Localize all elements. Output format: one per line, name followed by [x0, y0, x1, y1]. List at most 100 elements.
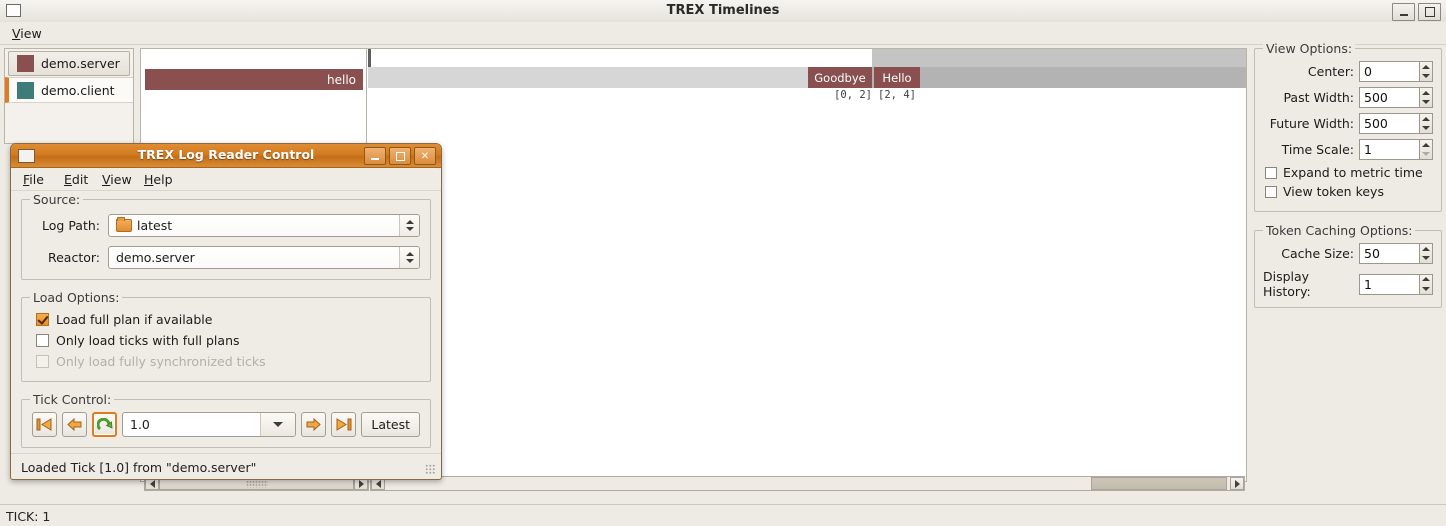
scroll-right-button[interactable]	[1230, 477, 1244, 490]
expand-metric-time-checkbox[interactable]	[1265, 166, 1277, 179]
chevron-up-icon	[405, 252, 414, 256]
window-title: TREX Timelines	[666, 3, 780, 18]
expand-metric-time-checkbox-row[interactable]: Expand to metric time	[1265, 165, 1433, 180]
tick-value-combo[interactable]: 1.0	[122, 412, 297, 437]
display-history-field-row: Display History:	[1263, 269, 1433, 299]
reactor-combo[interactable]: demo.server	[108, 246, 420, 269]
latest-button[interactable]: Latest	[361, 412, 420, 437]
stepper-down-button[interactable]	[1420, 284, 1432, 294]
past-width-input[interactable]	[1359, 87, 1419, 108]
menu-item-file[interactable]: File	[23, 172, 44, 187]
only-full-plans-checkbox[interactable]	[36, 334, 49, 347]
future-width-input[interactable]	[1359, 113, 1419, 134]
resize-grip[interactable]	[425, 464, 436, 475]
previous-tick-button[interactable]	[62, 412, 87, 437]
tick-value: 1.0	[130, 417, 150, 432]
menu-item-view[interactable]: View	[10, 26, 44, 41]
center-input[interactable]	[1359, 61, 1419, 82]
window-controls	[1392, 3, 1441, 21]
reactor-spinner[interactable]	[399, 247, 419, 268]
stepper-up-button[interactable]	[1420, 140, 1432, 150]
chevron-up-icon	[1422, 116, 1430, 121]
dialog-window-controls: ✕	[364, 147, 436, 165]
sidebar-item-demo-server[interactable]: demo.server	[8, 51, 130, 76]
tick-control-legend: Tick Control:	[30, 392, 115, 407]
chevron-down-icon	[405, 227, 414, 231]
timeline-canvas[interactable]: Goodbye Hello [0, 2] [2, 4]	[368, 49, 1246, 481]
log-path-spinner[interactable]	[399, 215, 419, 236]
only-full-plans-row[interactable]: Only load ticks with full plans	[36, 333, 420, 348]
chevron-up-icon	[1422, 142, 1430, 147]
stepper-up-button[interactable]	[1420, 62, 1432, 72]
last-tick-button[interactable]	[331, 412, 357, 437]
log-path-label: Log Path:	[42, 218, 100, 233]
first-tick-button[interactable]	[32, 412, 57, 437]
skip-forward-icon	[336, 418, 352, 431]
next-tick-button[interactable]	[301, 412, 327, 437]
reactor-label: Reactor:	[47, 250, 100, 265]
maximize-button[interactable]	[1418, 3, 1441, 21]
stepper-up-button[interactable]	[1420, 244, 1432, 254]
dialog-minimize-button[interactable]	[364, 147, 386, 165]
center-field-row: Center:	[1263, 61, 1433, 82]
time-scale-input[interactable]	[1359, 139, 1419, 160]
menu-item-view[interactable]: View	[102, 172, 132, 187]
reactor-color-swatch	[17, 81, 34, 99]
timeline-label-token[interactable]: hello	[145, 69, 363, 90]
cache-size-input[interactable]	[1359, 243, 1419, 264]
chevron-down-icon	[1422, 286, 1430, 291]
stepper-down-button[interactable]	[1420, 254, 1432, 264]
display-history-stepper[interactable]	[1359, 273, 1433, 295]
reload-tick-button[interactable]	[92, 412, 117, 437]
load-full-plan-row[interactable]: Load full plan if available	[36, 312, 420, 327]
stepper-up-button[interactable]	[1420, 88, 1432, 98]
future-width-stepper-buttons[interactable]	[1419, 113, 1433, 134]
sidebar-item-label: demo.client	[41, 82, 115, 98]
menu-item-edit[interactable]: Edit	[64, 172, 88, 187]
future-width-stepper[interactable]	[1359, 113, 1433, 134]
stepper-up-button[interactable]	[1420, 114, 1432, 124]
stepper-down-button[interactable]	[1420, 72, 1432, 82]
minimize-icon	[371, 157, 379, 160]
only-full-plans-label: Only load ticks with full plans	[56, 333, 240, 348]
view-token-keys-checkbox[interactable]	[1265, 185, 1277, 198]
stepper-down-button[interactable]	[1420, 98, 1432, 108]
sidebar-item-demo-client[interactable]: demo.client	[5, 77, 133, 103]
view-token-keys-checkbox-row[interactable]: View token keys	[1265, 184, 1433, 199]
chevron-down-icon	[1422, 74, 1430, 79]
timeline-ruler	[368, 49, 1246, 67]
scrollbar-thumb[interactable]	[1091, 477, 1227, 490]
time-scale-stepper[interactable]	[1359, 139, 1433, 160]
token-goodbye[interactable]: Goodbye	[808, 67, 872, 88]
minimize-button[interactable]	[1392, 3, 1415, 21]
display-history-stepper-buttons[interactable]	[1419, 273, 1433, 295]
timeline-main-scrollbar[interactable]	[370, 476, 1245, 491]
load-full-plan-checkbox[interactable]	[36, 313, 49, 326]
time-scale-stepper-buttons[interactable]	[1419, 139, 1433, 160]
log-path-value: latest	[137, 218, 173, 233]
stepper-down-button[interactable]	[1420, 124, 1432, 134]
load-options-group: Load Options: Load full plan if availabl…	[21, 290, 431, 382]
menu-item-help[interactable]: Help	[144, 172, 173, 187]
center-stepper[interactable]	[1359, 61, 1433, 82]
cache-size-stepper[interactable]	[1359, 243, 1433, 264]
stepper-up-button[interactable]	[1420, 275, 1432, 285]
dialog-maximize-button[interactable]	[389, 147, 411, 165]
minimize-icon	[1399, 13, 1408, 16]
stepper-down-button[interactable]	[1420, 150, 1432, 160]
time-scale-label: Time Scale:	[1281, 142, 1354, 157]
cache-size-stepper-buttons[interactable]	[1419, 243, 1433, 264]
log-path-combo[interactable]: latest	[108, 214, 420, 237]
log-path-row: Log Path: latest	[32, 214, 420, 237]
display-history-input[interactable]	[1359, 273, 1419, 295]
past-width-stepper[interactable]	[1359, 87, 1433, 108]
tick-dropdown-button[interactable]	[260, 413, 296, 436]
reactor-list-panel: demo.server demo.client	[4, 48, 134, 144]
past-width-stepper-buttons[interactable]	[1419, 87, 1433, 108]
scrollbar-track[interactable]	[385, 477, 1230, 490]
maximize-icon	[395, 151, 405, 161]
token-caching-legend: Token Caching Options:	[1263, 223, 1416, 238]
center-stepper-buttons[interactable]	[1419, 61, 1433, 82]
dialog-close-button[interactable]: ✕	[414, 147, 436, 165]
token-hello[interactable]: Hello	[874, 67, 920, 88]
